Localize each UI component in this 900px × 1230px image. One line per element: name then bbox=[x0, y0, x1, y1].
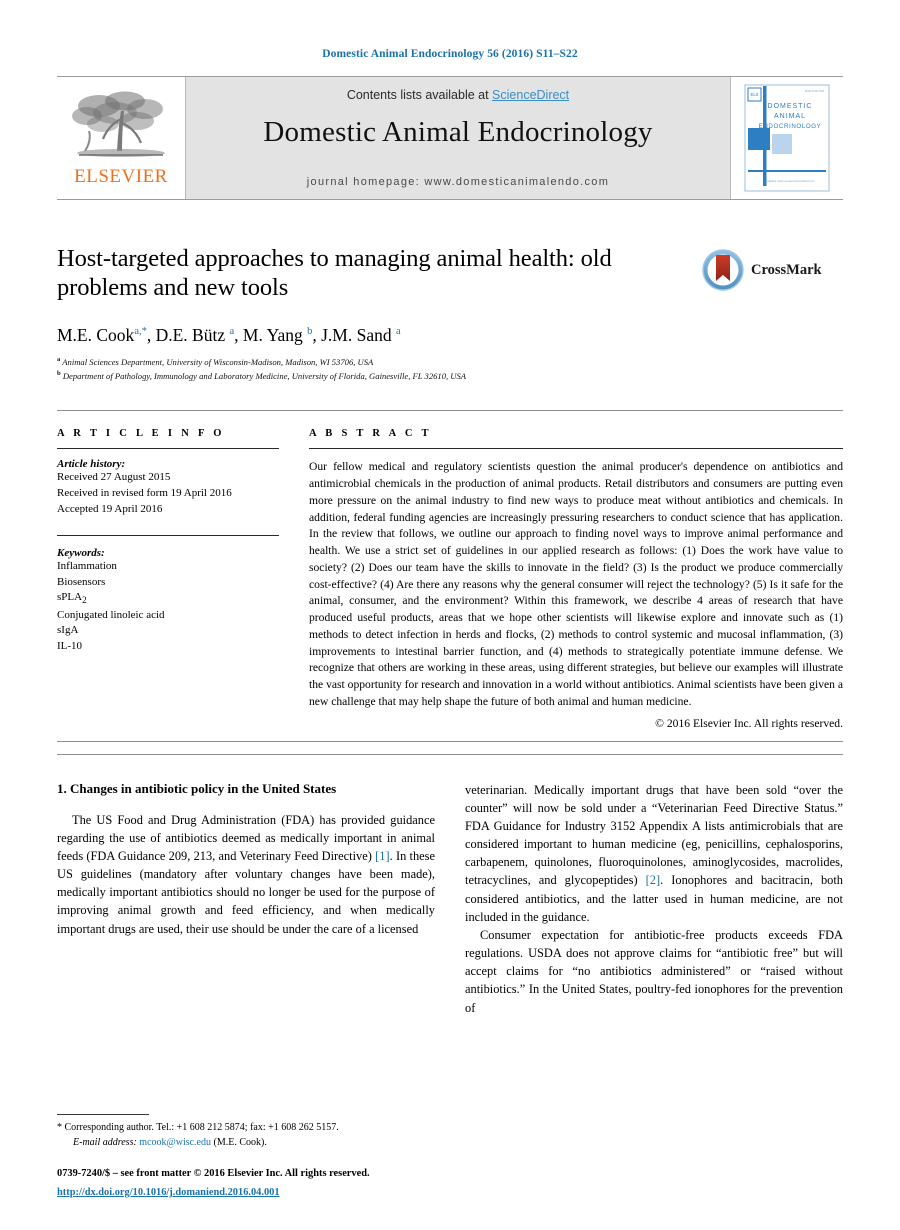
svg-text:ELS: ELS bbox=[751, 92, 759, 97]
abstract-bottom-rule bbox=[57, 740, 843, 742]
abstract-body: Our fellow medical and regulatory scient… bbox=[309, 460, 843, 708]
article-history-received: Received 27 August 2015 bbox=[57, 471, 171, 484]
paragraph-right-1: veterinarian. Medically important drugs … bbox=[465, 781, 843, 926]
paragraph-right-2: Consumer expectation for antibiotic-free… bbox=[465, 927, 843, 1015]
svg-text:Available online at www.scienc: Available online at www.sciencedirect.co… bbox=[766, 179, 815, 183]
paragraph-right-1-part-a: veterinarian. Medically important drugs … bbox=[465, 782, 843, 888]
email-line: E-mail address: mcook@wisc.edu (M.E. Coo… bbox=[65, 1136, 435, 1151]
doi-link[interactable]: http://dx.doi.org/10.1016/j.domaniend.20… bbox=[57, 1187, 280, 1198]
citation-ref-2[interactable]: [2] bbox=[646, 873, 660, 887]
svg-text:ANIMAL: ANIMAL bbox=[774, 113, 806, 120]
article-history-revised: Received in revised form 19 April 2016 bbox=[57, 486, 232, 499]
journal-homepage[interactable]: journal homepage: www.domesticanimalendo… bbox=[186, 176, 730, 188]
abstract-column: A B S T R A C T Our fellow medical and r… bbox=[309, 428, 843, 730]
corresponding-author-note: * Corresponding author. Tel.: +1 608 212… bbox=[57, 1121, 435, 1150]
email-owner: (M.E. Cook). bbox=[213, 1136, 267, 1148]
section-heading-1: 1. Changes in antibiotic policy in the U… bbox=[57, 780, 337, 796]
keyword-item: sPLA2 bbox=[57, 591, 87, 606]
affiliation-b-text: Department of Pathology, Immunology and … bbox=[62, 370, 467, 381]
journal-cover-thumbnail: ELS DOMESTIC ANIMAL ENDOCRINOLOGY ISSN 0… bbox=[730, 77, 843, 199]
page-footer: * Corresponding author. Tel.: +1 608 212… bbox=[57, 1114, 435, 1200]
paragraph-left-1: The US Food and Drug Administration (FDA… bbox=[57, 811, 435, 938]
publisher-logo: ELSEVIER bbox=[57, 77, 186, 199]
article-info-heading: A R T I C L E I N F O bbox=[57, 428, 225, 440]
keyword-item: sIgA bbox=[57, 624, 79, 637]
keyword-item: Inflammation bbox=[57, 560, 117, 573]
body-column-left: 1. Changes in antibiotic policy in the U… bbox=[57, 781, 435, 1103]
abstract-copyright: © 2016 Elsevier Inc. All rights reserved… bbox=[655, 716, 843, 730]
keyword-item: IL-10 bbox=[57, 639, 83, 652]
article-info-rule bbox=[57, 448, 279, 450]
affiliation-b-marker: b bbox=[57, 369, 61, 377]
issn-line: 0739-7240/$ – see front matter © 2016 El… bbox=[57, 1168, 370, 1180]
affiliation-a-marker: a bbox=[57, 355, 61, 363]
keyword-item: Conjugated linoleic acid bbox=[57, 608, 165, 621]
journal-masthead: ELSEVIER Contents lists available at Sci… bbox=[57, 76, 843, 200]
affiliation-a: a Animal Sciences Department, University… bbox=[57, 355, 843, 369]
affiliation-a-text: Animal Sciences Department, University o… bbox=[62, 356, 374, 367]
paper-page: Domestic Animal Endocrinology 56 (2016) … bbox=[57, 0, 843, 1230]
corresponding-marker: * bbox=[57, 1122, 62, 1134]
elsevier-tree-icon bbox=[72, 91, 165, 157]
affiliation-list: a Animal Sciences Department, University… bbox=[57, 355, 843, 383]
svg-text:DOMESTIC: DOMESTIC bbox=[768, 103, 813, 110]
abstract-heading: A B S T R A C T bbox=[309, 428, 432, 440]
body-columns: 1. Changes in antibiotic policy in the U… bbox=[57, 781, 843, 1103]
title-block: Host-targeted approaches to managing ani… bbox=[57, 244, 843, 382]
article-history-accepted: Accepted 19 April 2016 bbox=[57, 502, 163, 515]
contents-available-line: Contents lists available at ScienceDirec… bbox=[347, 88, 569, 102]
info-abstract-row: A R T I C L E I N F O Article history: R… bbox=[57, 410, 843, 730]
article-history-title: Article history: bbox=[57, 458, 126, 471]
body-top-rule bbox=[57, 753, 843, 755]
journal-cover-icon: ELS DOMESTIC ANIMAL ENDOCRINOLOGY ISSN 0… bbox=[744, 84, 830, 192]
svg-text:ENDOCRINOLOGY: ENDOCRINOLOGY bbox=[759, 123, 822, 130]
authors-text: M.E. Cooka,*, D.E. Bütz a, M. Yang b, J.… bbox=[57, 324, 401, 345]
journal-title: Domestic Animal Endocrinology bbox=[263, 116, 653, 148]
contents-prefix: Contents lists available at bbox=[346, 88, 493, 102]
affiliation-b: b Department of Pathology, Immunology an… bbox=[57, 369, 843, 383]
corresponding-text: Corresponding author. Tel.: +1 608 212 5… bbox=[64, 1122, 339, 1134]
running-head: Domestic Animal Endocrinology 56 (2016) … bbox=[322, 48, 578, 60]
author-list: M.E. Cooka,*, D.E. Bütz a, M. Yang b, J.… bbox=[57, 325, 843, 346]
keyword-item: Biosensors bbox=[57, 575, 106, 588]
footnote-rule bbox=[57, 1114, 149, 1116]
svg-text:ISSN 0739-7240: ISSN 0739-7240 bbox=[805, 89, 825, 93]
keywords-block: Keywords: Inflammation Biosensors sPLA2 … bbox=[57, 535, 279, 654]
abstract-rule bbox=[309, 448, 843, 450]
masthead-center: Contents lists available at ScienceDirec… bbox=[186, 77, 730, 199]
keywords-title: Keywords: bbox=[57, 547, 105, 560]
email-label: E-mail address: bbox=[73, 1136, 137, 1148]
sciencedirect-link[interactable]: ScienceDirect bbox=[492, 88, 569, 102]
crossmark-icon bbox=[702, 249, 744, 291]
article-info-column: A R T I C L E I N F O Article history: R… bbox=[57, 428, 279, 729]
elsevier-wordmark: ELSEVIER bbox=[74, 165, 168, 187]
email-link[interactable]: mcook@wisc.edu bbox=[139, 1137, 211, 1148]
body-column-right: veterinarian. Medically important drugs … bbox=[465, 781, 843, 1103]
page-title: Host-targeted approaches to managing ani… bbox=[57, 245, 612, 302]
citation-ref-1[interactable]: [1] bbox=[375, 849, 389, 863]
crossmark-label: CrossMark bbox=[751, 261, 822, 278]
crossmark-badge[interactable]: CrossMark bbox=[701, 246, 843, 294]
